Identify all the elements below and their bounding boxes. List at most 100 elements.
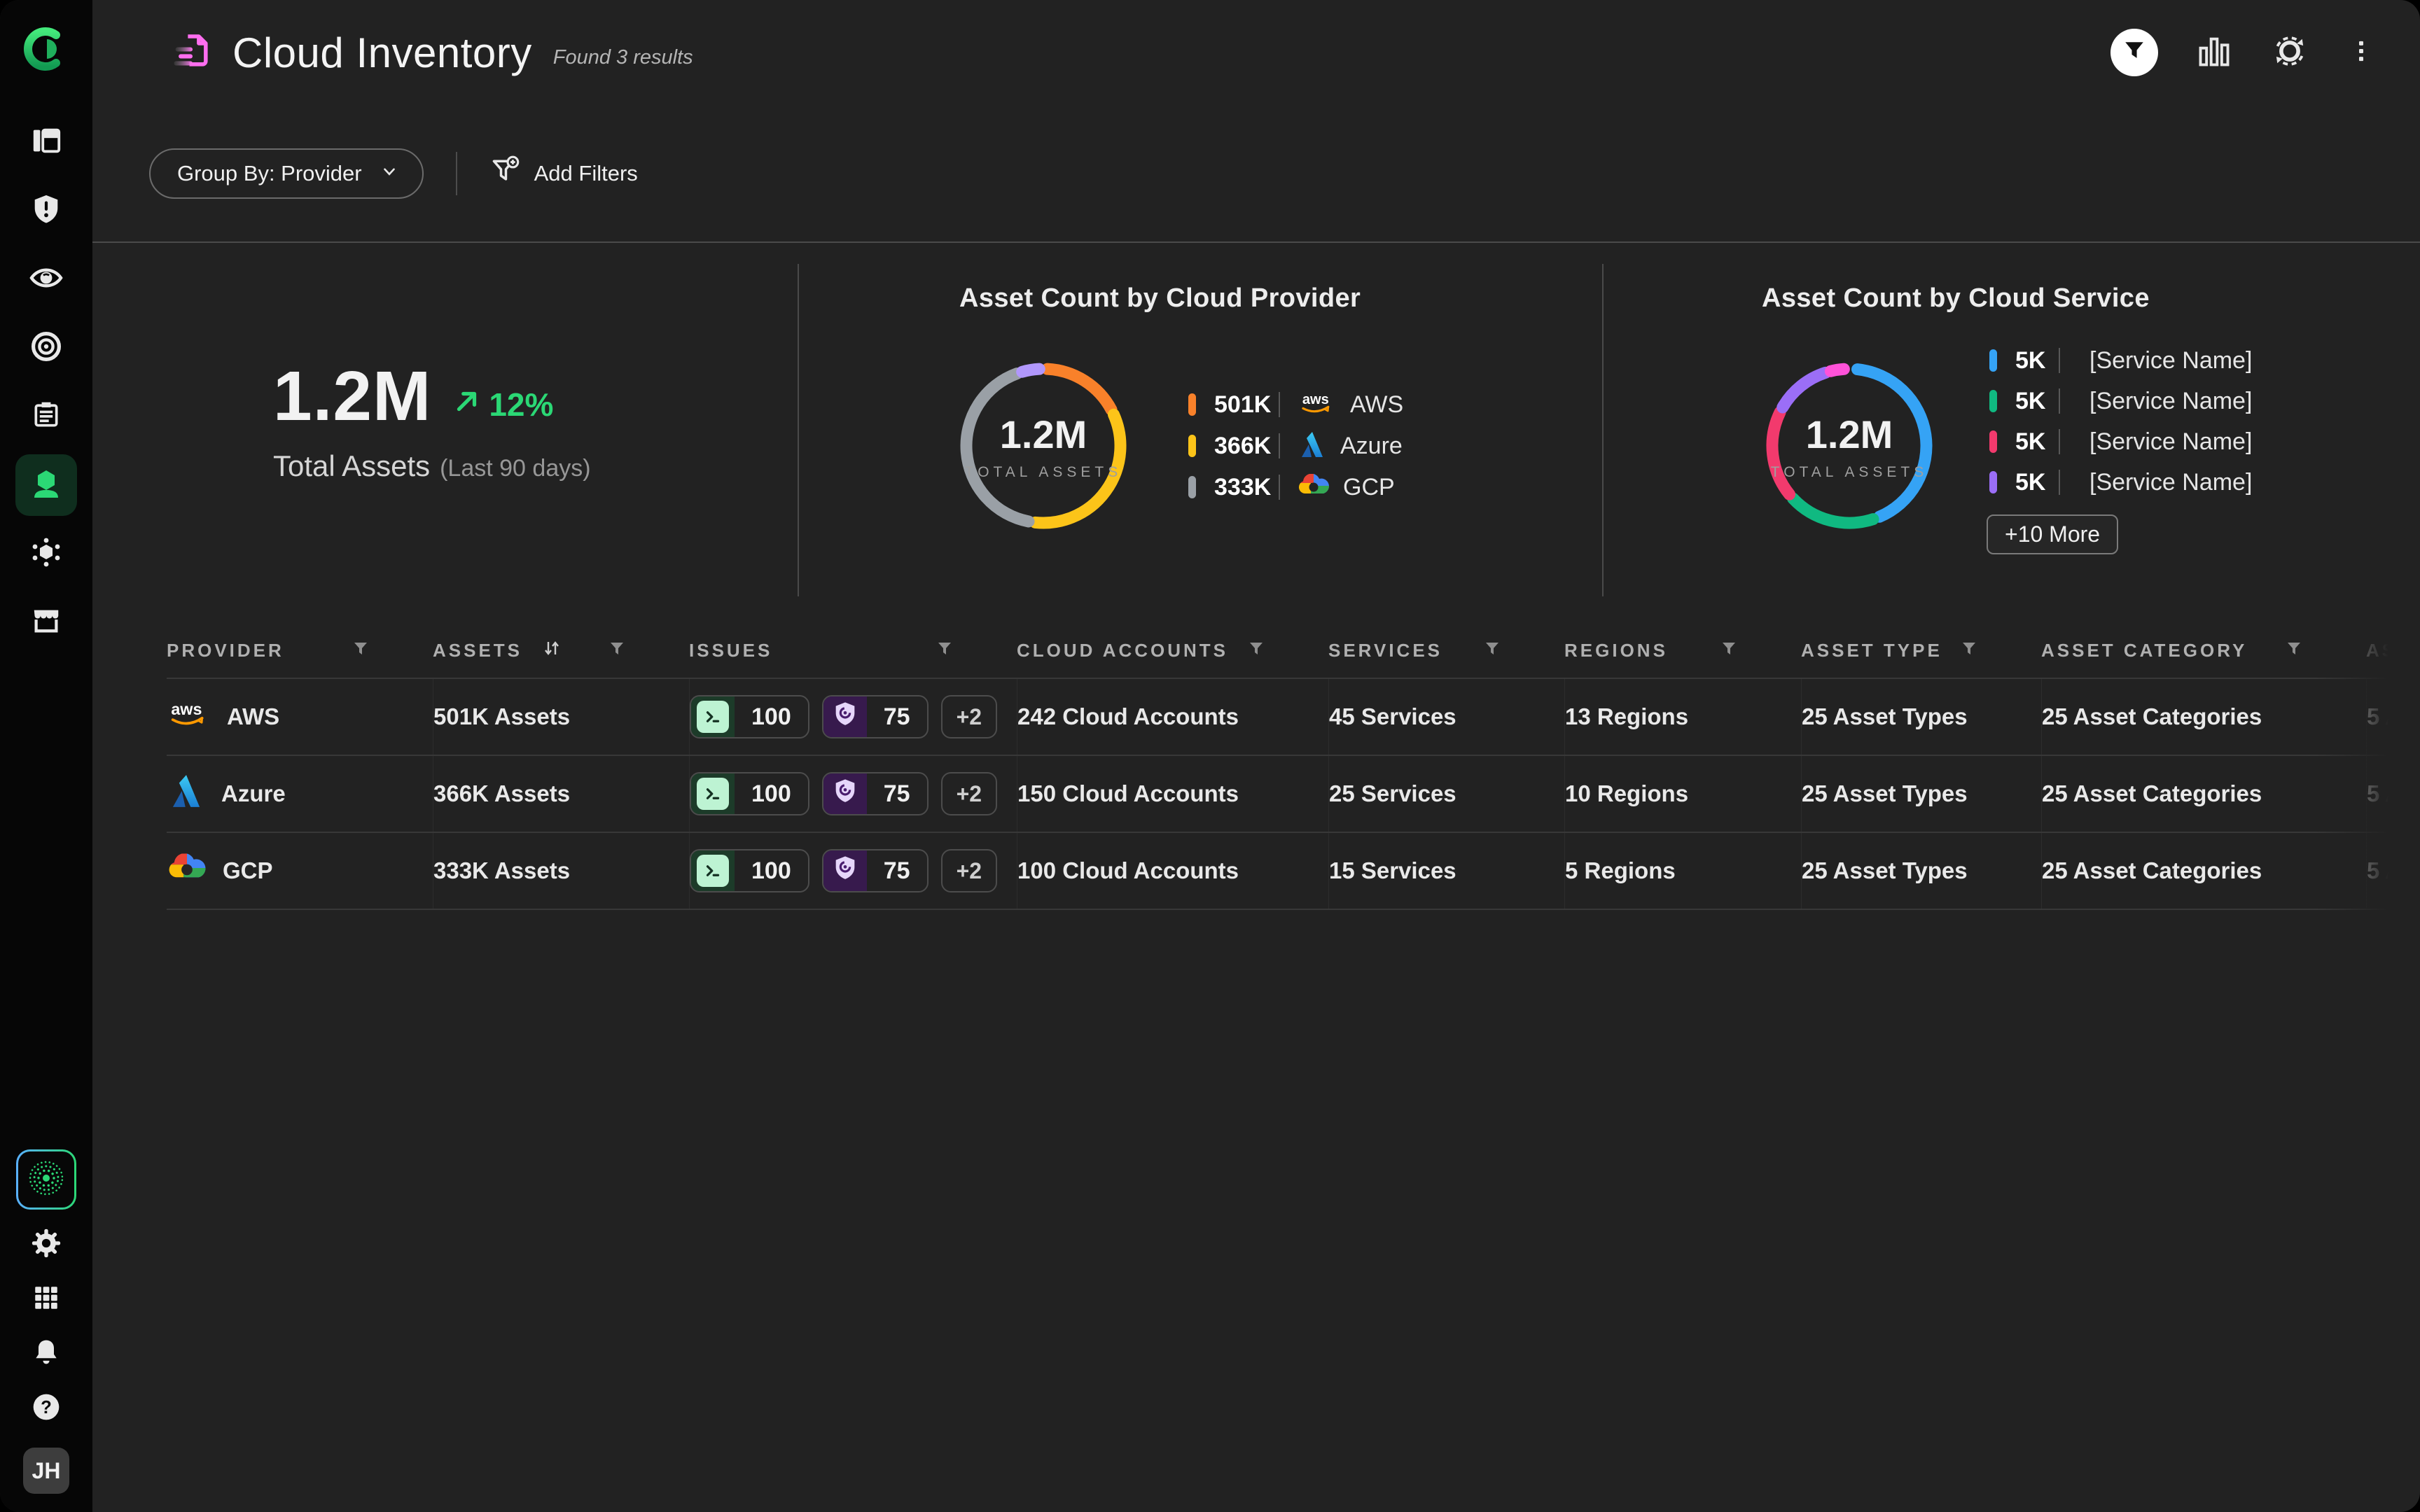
legend-value: 333K: [1214, 474, 1274, 501]
legend-label: [Service Name]: [2089, 428, 2252, 456]
total-assets-value: 1.2M: [273, 356, 431, 437]
sidebar-item-targets[interactable]: [15, 317, 77, 379]
sidebar-item-reports[interactable]: [15, 386, 77, 447]
terminal-icon: [697, 778, 729, 810]
stat-period: (Last 90 days): [440, 455, 590, 482]
filter-funnel-icon[interactable]: [1721, 640, 1737, 662]
total-assets-stat: 1.2M 12% Total Assets(Last 90 days): [273, 356, 591, 483]
regions: 5 Regions: [1565, 858, 1676, 884]
filter-funnel-icon[interactable]: [1249, 640, 1264, 662]
more-issues-badge[interactable]: +2: [941, 849, 997, 892]
cloud-inventory-doc-icon: [171, 29, 214, 76]
legend-color-marker: [1989, 349, 1997, 372]
user-avatar[interactable]: JH: [23, 1448, 69, 1494]
group-by-dropdown[interactable]: Group By: Provider: [149, 148, 424, 199]
column-header-regions[interactable]: REGIONS: [1564, 623, 1801, 678]
table-row-gcp[interactable]: GCP 333K Assets 100 75 +2 100 Cloud Acco…: [167, 832, 2420, 909]
filter-button[interactable]: [2110, 29, 2158, 76]
terminal-issues-badge[interactable]: 100: [690, 849, 809, 892]
asset-type: 25 Asset Types: [1802, 704, 1968, 730]
terminal-issues-badge[interactable]: 100: [690, 695, 809, 738]
sidebar-item-marketplace[interactable]: [15, 592, 77, 653]
legend-item-gcp[interactable]: 333K GCP: [1188, 470, 1403, 504]
provider-legend: 501K aws AWS 366K Azure: [1188, 388, 1403, 504]
column-header-assets[interactable]: ASSETS: [433, 623, 689, 678]
more-options-button[interactable]: [2347, 37, 2375, 69]
filter-funnel-icon[interactable]: [609, 640, 625, 662]
assets-count: 501K Assets: [433, 704, 570, 730]
filter-funnel-icon[interactable]: [1961, 640, 1977, 662]
apps-button[interactable]: [25, 1278, 67, 1320]
cloud-accounts: 242 Cloud Accounts: [1017, 704, 1239, 730]
legend-value: 366K: [1214, 433, 1274, 460]
clipboard-icon: [31, 400, 62, 434]
more-issues-badge[interactable]: +2: [941, 695, 997, 738]
azure-logo-icon: [1297, 429, 1328, 463]
donut-center-value: 1.2M: [1000, 412, 1087, 457]
legend-item-service[interactable]: 5K [Service Name]: [1989, 344, 2252, 377]
asset-category: 25 Asset Categories: [2042, 780, 2262, 807]
refresh-button[interactable]: [2270, 31, 2309, 74]
column-header-asset-category[interactable]: ASSET CATEGORY: [2041, 623, 2366, 678]
bar-chart-icon: [2196, 33, 2232, 73]
legend-color-marker: [1989, 390, 1997, 412]
more-issues-badge[interactable]: +2: [941, 772, 997, 816]
filter-funnel-icon[interactable]: [353, 640, 368, 662]
shield-issues-badge[interactable]: 75: [822, 695, 929, 738]
sidebar-item-cloud-inventory[interactable]: [15, 454, 77, 516]
table-header-row: PROVIDER ASSETS ISSUES CLOUD ACCOUNTS: [167, 623, 2420, 678]
cloud-accounts: 100 Cloud Accounts: [1017, 858, 1239, 884]
chart-view-button[interactable]: [2196, 33, 2232, 73]
apps-grid-icon: [32, 1283, 61, 1316]
help-button[interactable]: ?: [25, 1387, 67, 1429]
add-filters-button[interactable]: Add Filters: [489, 155, 638, 192]
legend-label: [Service Name]: [2089, 388, 2252, 415]
inventory-box-icon: [29, 467, 63, 504]
chevron-down-icon: [380, 161, 398, 186]
column-header-issues[interactable]: ISSUES: [689, 623, 1017, 678]
more-services-button[interactable]: +10 More: [1987, 514, 2118, 554]
ai-assistant-button[interactable]: [16, 1149, 76, 1210]
page-header: Cloud Inventory Found 3 results: [92, 0, 2420, 105]
settings-button[interactable]: [25, 1224, 67, 1266]
filter-funnel-icon[interactable]: [937, 640, 952, 662]
truncated-cell: 5 As: [2367, 704, 2414, 730]
column-header-cloud-accounts[interactable]: CLOUD ACCOUNTS: [1017, 623, 1328, 678]
legend-item-azure[interactable]: 366K Azure: [1188, 429, 1403, 463]
legend-item-aws[interactable]: 501K aws AWS: [1188, 388, 1403, 421]
filter-funnel-icon[interactable]: [1484, 640, 1500, 662]
sidebar-item-threats[interactable]: [15, 523, 77, 584]
legend-item-service[interactable]: 5K [Service Name]: [1989, 425, 2252, 458]
legend-item-service[interactable]: 5K [Service Name]: [1989, 384, 2252, 418]
table-row-aws[interactable]: aws AWS 501K Assets 100 75 +2 242 Cloud …: [167, 678, 2420, 755]
legend-label: GCP: [1343, 474, 1395, 501]
filter-funnel-icon[interactable]: [2286, 640, 2302, 662]
donut-center-value: 1.2M: [1806, 412, 1893, 457]
column-header-asset-type[interactable]: ASSET TYPE: [1801, 623, 2041, 678]
shield-issues-badge[interactable]: 75: [822, 849, 929, 892]
shield-alert-icon: [30, 193, 62, 229]
svg-text:?: ?: [41, 1398, 52, 1418]
asset-category: 25 Asset Categories: [2042, 858, 2262, 884]
sort-icon[interactable]: [541, 638, 562, 664]
table-row-azure[interactable]: Azure 366K Assets 100 75 +2 150 Cloud Ac…: [167, 755, 2420, 832]
sidebar-item-visibility[interactable]: [15, 248, 77, 310]
shield-issues-badge[interactable]: 75: [822, 772, 929, 816]
provider-donut-chart: 1.2M TOTAL ASSETS: [952, 355, 1134, 537]
sidebar-item-dashboard[interactable]: [15, 111, 77, 173]
legend-color-marker: [1188, 393, 1196, 416]
column-header-provider[interactable]: PROVIDER: [167, 623, 433, 678]
column-header-truncated[interactable]: AS: [2366, 623, 2420, 678]
column-header-services[interactable]: SERVICES: [1328, 623, 1564, 678]
page-title: Cloud Inventory: [232, 29, 532, 77]
aws-logo-icon: aws: [167, 699, 211, 734]
notifications-button[interactable]: [25, 1333, 67, 1375]
sidebar-item-security[interactable]: [15, 180, 77, 241]
gcp-logo-icon: [1297, 474, 1330, 501]
total-assets-label: Total Assets(Last 90 days): [273, 449, 591, 483]
terminal-issues-badge[interactable]: 100: [690, 772, 809, 816]
brand-logo-icon: [24, 27, 69, 75]
asset-category: 25 Asset Categories: [2042, 704, 2262, 730]
legend-value: 5K: [2015, 388, 2054, 415]
legend-item-service[interactable]: 5K [Service Name]: [1989, 465, 2252, 499]
